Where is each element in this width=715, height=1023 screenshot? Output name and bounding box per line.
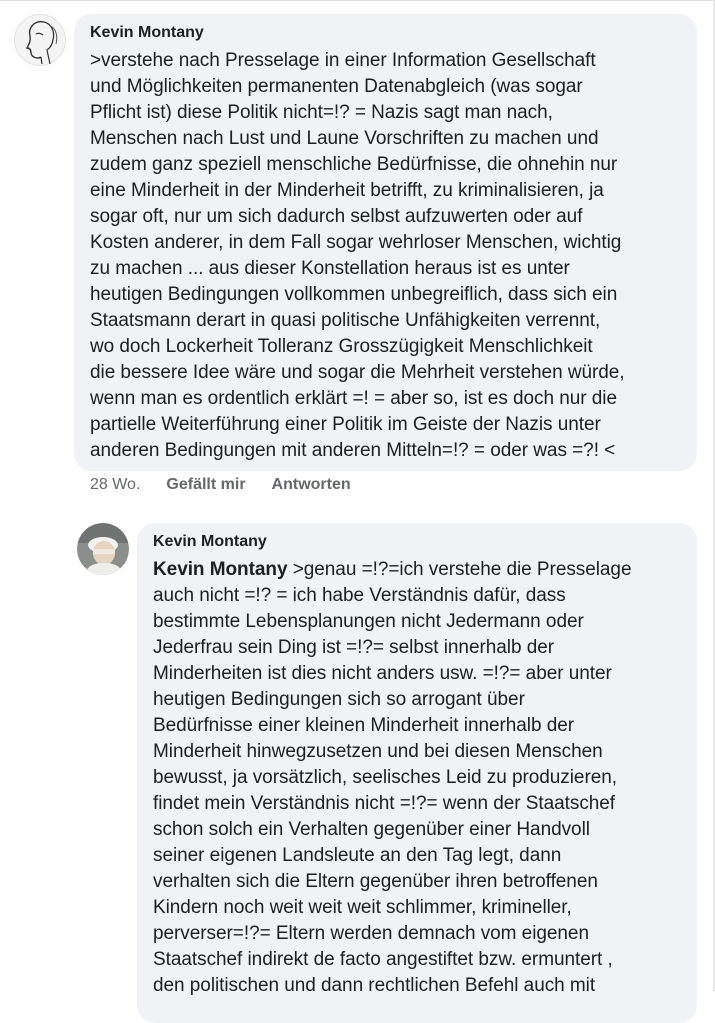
mention-link[interactable]: Kevin Montany — [153, 559, 288, 580]
top-divider — [0, 0, 715, 1]
comment-body: >genau =!?=ich verstehe die Presselage a… — [153, 559, 632, 996]
reply-button[interactable]: Antworten — [272, 476, 351, 498]
comment-text: >verstehe nach Presselage in einer Infor… — [90, 50, 625, 461]
like-button[interactable]: Gefällt mir — [166, 476, 245, 498]
comment-bubble: Kevin Montany Kevin Montany >genau =!?=i… — [137, 523, 697, 1023]
comment-timestamp[interactable]: 28 Wo. — [90, 476, 140, 498]
comment-actions: 28 Wo. Gefällt mir Antworten — [90, 476, 351, 498]
sketch-face-avatar-icon — [25, 21, 58, 65]
avatar[interactable] — [77, 523, 129, 575]
avatar[interactable] — [14, 14, 66, 66]
comment-text: Kevin Montany >genau =!?=ich verstehe di… — [153, 557, 683, 999]
comment-author[interactable]: Kevin Montany — [153, 533, 267, 551]
profile-photo-icon — [77, 523, 129, 575]
comment-bubble: Kevin Montany >verstehe nach Presselage … — [74, 14, 697, 471]
comment-author[interactable]: Kevin Montany — [90, 24, 204, 42]
